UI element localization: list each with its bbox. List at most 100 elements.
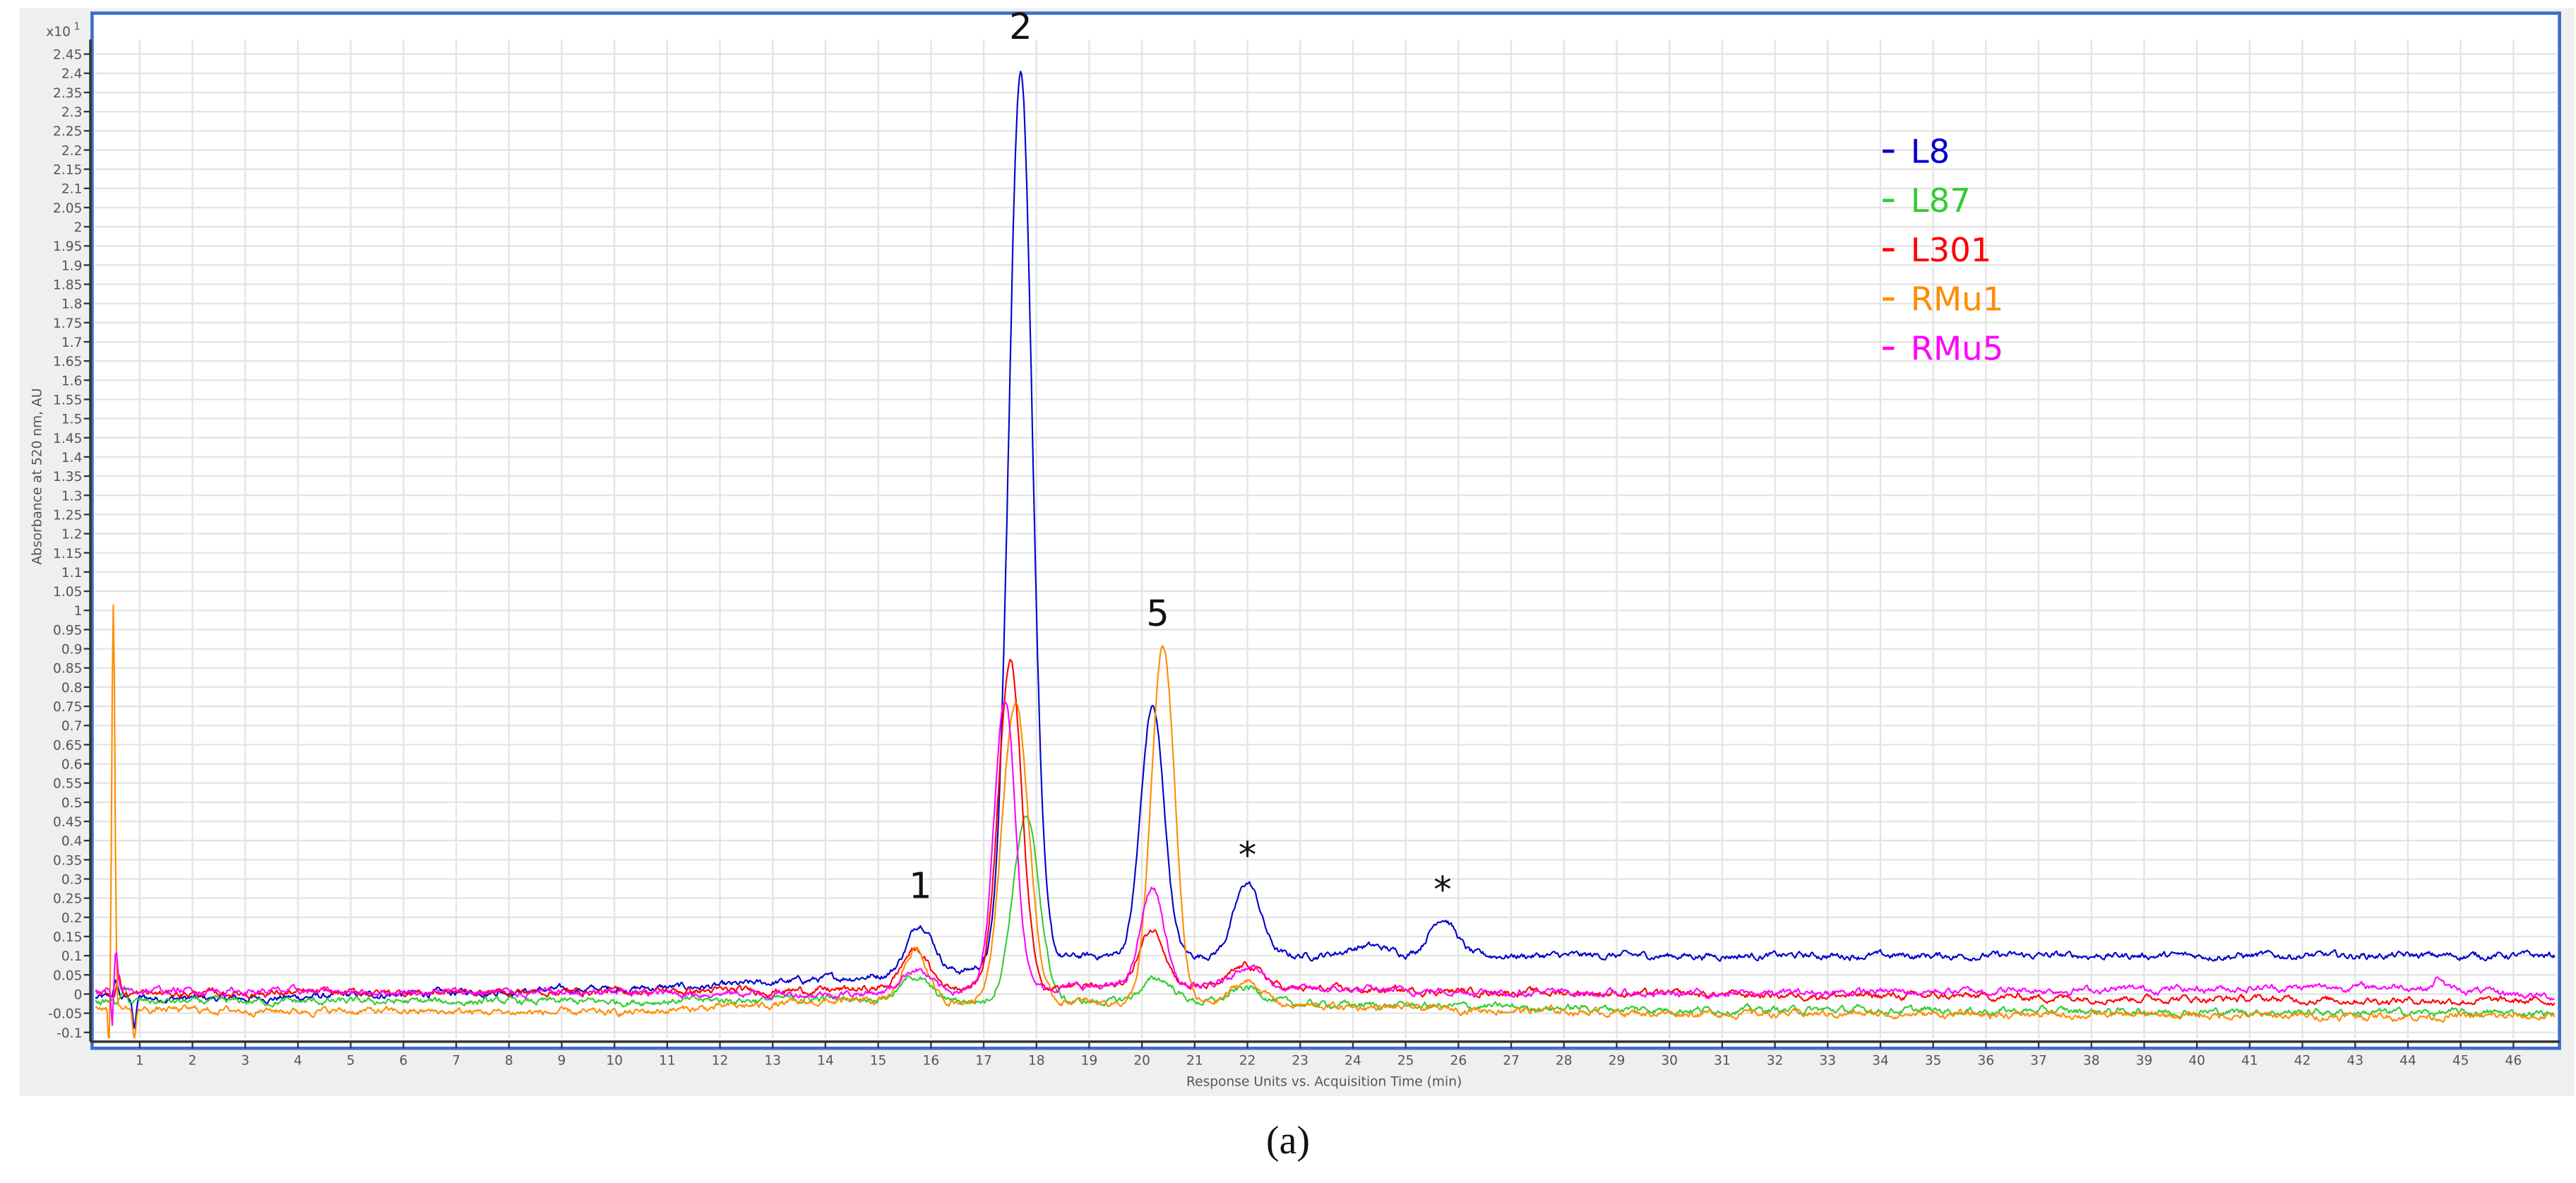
x-tick-label: 22 [1239, 1054, 1256, 1069]
y-tick-label: 0.8 [61, 681, 83, 696]
x-tick-label: 25 [1397, 1054, 1414, 1069]
y-tick-label: 0.15 [53, 930, 82, 945]
y-tick-label: 0 [74, 987, 83, 1002]
y-tick-label: 2.1 [61, 182, 83, 197]
y-tick-label: 0.45 [53, 815, 82, 830]
x-tick-label: 14 [817, 1054, 834, 1069]
y-axis-title: Absorbance at 520 nm, AU [30, 388, 44, 565]
y-tick-label: 0.9 [61, 643, 83, 658]
x-tick-label: 9 [558, 1054, 566, 1069]
peak-label: 5 [1146, 593, 1169, 635]
y-tick-label: 2.05 [53, 201, 82, 216]
y-tick-label: 1.25 [53, 508, 82, 523]
y-tick-label: 0.6 [61, 758, 83, 773]
x-tick-label: 15 [870, 1054, 887, 1069]
y-tick-label: 2 [74, 220, 83, 235]
x-tick-label: 10 [606, 1054, 623, 1069]
legend-label: L301 [1911, 231, 1992, 269]
y-tick-label: 1.45 [53, 432, 82, 446]
y-tick-label: 2.4 [61, 67, 83, 82]
y-tick-label: 0.7 [61, 719, 83, 734]
y-tick-label: 0.4 [61, 834, 83, 849]
y-tick-label: 0.75 [53, 700, 82, 715]
x-tick-label: 40 [2188, 1054, 2205, 1069]
y-tick-label: 0.35 [53, 853, 82, 868]
y-tick-label: 1.9 [61, 258, 83, 273]
y-tick-label: 1.95 [53, 239, 82, 254]
chromatogram-chart: -0.1 -0.05 0 0.05 0.1 0.15 0.2 0.25 0.3 0.35 0.4 0.… [20, 6, 2575, 1163]
legend-label: RMu5 [1911, 329, 2004, 367]
legend-label: L87 [1911, 182, 1971, 220]
x-tick-label: 1 [136, 1054, 144, 1069]
y-multiplier-base: x10 [46, 25, 71, 40]
y-tick-label: 1.75 [53, 316, 82, 331]
y-tick-label: 2.2 [61, 143, 83, 158]
x-tick-label: 28 [1556, 1054, 1573, 1069]
y-tick-label: 2.3 [61, 105, 83, 120]
y-tick-label: 2.25 [53, 124, 82, 139]
y-tick-label: 0.95 [53, 623, 82, 638]
y-tick-label: 0.55 [53, 777, 82, 792]
y-tick-label: 1.7 [61, 335, 83, 350]
peak-label: * [1433, 869, 1452, 911]
x-tick-label: 20 [1133, 1054, 1150, 1069]
x-tick-label: 32 [1767, 1054, 1784, 1069]
y-tick-label: 2.35 [53, 86, 82, 101]
y-tick-label: 0.65 [53, 738, 82, 753]
y-tick-label: 1.05 [53, 585, 82, 600]
x-tick-label: 38 [2083, 1054, 2100, 1069]
y-multiplier-exponent: 1 [74, 21, 80, 32]
y-tick-label: 1.35 [53, 470, 82, 485]
x-tick-label: 31 [1714, 1054, 1731, 1069]
x-tick-label: 11 [659, 1054, 676, 1069]
x-tick-label: 33 [1819, 1054, 1836, 1069]
peak-label: 2 [1009, 6, 1032, 48]
x-tick-label: 8 [505, 1054, 513, 1069]
y-tick-label: 1.1 [61, 566, 83, 581]
x-tick-label: 4 [294, 1054, 302, 1069]
x-tick-label: 19 [1081, 1054, 1098, 1069]
y-tick-label: -0.05 [48, 1007, 82, 1022]
figure-caption: (a) [1266, 1119, 1310, 1163]
y-tick-label: 1.5 [61, 412, 83, 427]
x-tick-label: 24 [1344, 1054, 1361, 1069]
y-tick-label: 0.1 [61, 949, 83, 964]
x-tick-label: 46 [2505, 1054, 2522, 1069]
x-tick-label: 37 [2030, 1054, 2047, 1069]
x-tick-label: 36 [1978, 1054, 1995, 1069]
peak-label: 1 [909, 865, 932, 908]
x-tick-label: 18 [1028, 1054, 1045, 1069]
x-tick-label: 16 [923, 1054, 940, 1069]
y-tick-label: 1.6 [61, 374, 83, 388]
x-tick-label: 17 [975, 1054, 992, 1069]
x-tick-label: 5 [347, 1054, 355, 1069]
x-tick-label: 44 [2399, 1054, 2416, 1069]
y-tick-label: 1 [74, 604, 83, 619]
y-tick-label: 1.15 [53, 547, 82, 561]
x-tick-label: 39 [2136, 1054, 2153, 1069]
y-tick-label: 1.55 [53, 393, 82, 408]
x-tick-label: 2 [189, 1054, 197, 1069]
y-tick-label: 2.15 [53, 163, 82, 178]
x-tick-label: 3 [241, 1054, 249, 1069]
y-tick-label: 1.3 [61, 489, 83, 504]
x-tick-label: 43 [2347, 1054, 2363, 1069]
x-tick-label: 12 [712, 1054, 729, 1069]
y-tick-label: 0.25 [53, 892, 82, 907]
legend-label: L8 [1911, 132, 1950, 170]
y-tick-label: 2.45 [53, 48, 82, 63]
x-tick-label: 41 [2241, 1054, 2258, 1069]
y-tick-label: 0.05 [53, 968, 82, 983]
x-tick-label: 26 [1450, 1054, 1467, 1069]
x-tick-label: 30 [1661, 1054, 1678, 1069]
x-tick-label: 35 [1925, 1054, 1942, 1069]
peak-label: * [1239, 834, 1257, 876]
y-tick-label: 0.3 [61, 872, 83, 887]
y-tick-label: 1.2 [61, 528, 83, 542]
x-tick-label: 42 [2294, 1054, 2311, 1069]
y-tick-label: 1.85 [53, 278, 82, 293]
y-tick-label: 1.65 [53, 355, 82, 369]
y-tick-label: 1.8 [61, 297, 83, 312]
x-tick-label: 29 [1609, 1054, 1626, 1069]
x-tick-label: 7 [452, 1054, 460, 1069]
